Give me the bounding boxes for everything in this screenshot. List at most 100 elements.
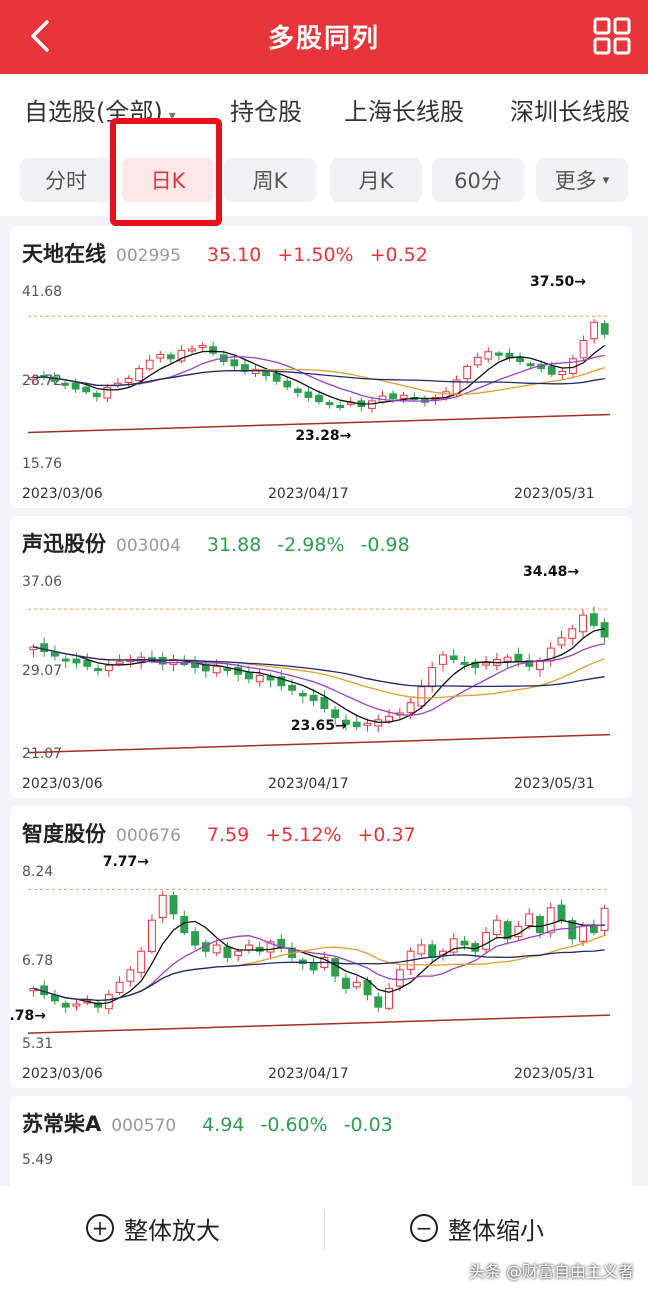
candle-body	[557, 904, 566, 921]
candle-body	[293, 388, 302, 393]
stock-change: -0.98	[360, 534, 410, 556]
stock-card[interactable]: 苏常柴A 000570 4.94 -0.60% -0.03 5.49	[10, 1096, 632, 1196]
candle-body	[568, 628, 577, 639]
candle-body	[223, 946, 232, 958]
y-tick-label: 37.06	[22, 574, 62, 590]
group-tab-holdings[interactable]: 持仓股	[230, 92, 302, 127]
stock-card[interactable]: 37.06 29.07 21.07 2023/03/06 2023/04/17 2023/…	[10, 516, 632, 798]
zoom-in-button[interactable]: + 整体放大	[86, 1208, 220, 1248]
candle-body	[209, 346, 218, 354]
candle-body	[115, 981, 124, 993]
stock-pct: -2.98%	[277, 534, 345, 556]
y-tick-label: 8.24	[22, 864, 53, 880]
candle-body	[244, 672, 253, 680]
stock-price: 31.88	[206, 534, 262, 556]
x-date-label: 2023/03/06	[22, 776, 103, 792]
x-date-label: 2023/03/06	[22, 486, 103, 502]
candle-body	[589, 613, 598, 626]
candlestick-chart: 8.24 6.78 5.31 2023/03/06 2023/04/17 2023/05/…	[10, 854, 611, 1082]
candle-body	[331, 958, 340, 977]
stock-header: 苏常柴A 000570 4.94 -0.60% -0.03	[22, 1108, 393, 1138]
candle-body	[135, 368, 143, 382]
group-tab-shanghai[interactable]: 上海长线股	[344, 92, 464, 127]
stock-name: 苏常柴A	[22, 1112, 102, 1136]
top-bar: 多股同列	[0, 0, 648, 74]
grid-icon[interactable]	[592, 16, 632, 56]
candle-body	[428, 666, 437, 688]
long-trend-line	[27, 1014, 611, 1034]
candle-body	[579, 925, 588, 942]
candle-body	[169, 895, 178, 915]
y-tick-label: 5.31	[22, 1036, 53, 1052]
candle-body	[320, 696, 329, 709]
candle-body	[438, 654, 447, 665]
candle-body	[166, 354, 175, 360]
stock-change: -0.03	[343, 1114, 393, 1136]
low-price-mark: 23.28→	[295, 428, 351, 444]
candle-body	[145, 359, 154, 370]
candle-body	[449, 655, 458, 660]
candle-body	[92, 392, 101, 398]
candle-body	[417, 686, 426, 707]
y-tick-label: 21.07	[22, 746, 62, 762]
candle-body	[156, 354, 165, 359]
candle-body	[460, 661, 469, 665]
candle-body	[230, 359, 239, 367]
y-tick-label: 41.68	[22, 284, 62, 300]
candle-body	[115, 661, 124, 665]
zoom-out-button[interactable]: − 整体缩小	[410, 1208, 544, 1248]
candle-body	[558, 370, 567, 376]
x-date-label: 2023/03/06	[22, 1066, 103, 1082]
candle-body	[72, 1003, 81, 1007]
stock-price: 7.59	[206, 824, 250, 846]
candle-body	[363, 722, 372, 726]
stock-code: 000570	[111, 1116, 177, 1136]
candle-body	[212, 665, 221, 674]
candle-body	[137, 950, 146, 973]
x-date-label: 2023/05/31	[514, 1066, 595, 1082]
zoom-out-icon: −	[410, 1214, 438, 1242]
candle-body	[223, 668, 232, 672]
low-price-mark: 5.78→	[10, 1008, 46, 1024]
period-more[interactable]: 更多 ▾	[536, 158, 628, 202]
candle-body	[126, 969, 135, 982]
candle-body	[600, 323, 609, 335]
stock-card[interactable]: 41.68 28.72 15.76 2023/03/06 2023/04/17 2023/…	[10, 226, 632, 508]
candle-body	[309, 694, 318, 701]
candle-body	[473, 356, 482, 366]
x-date-label: 2023/04/17	[268, 486, 349, 502]
group-tab-shenzhen[interactable]: 深圳长线股	[510, 92, 630, 127]
long-trend-line	[27, 733, 611, 754]
candle-body	[368, 400, 376, 409]
candle-body	[288, 685, 297, 691]
candle-body	[406, 702, 415, 713]
period-monthly-k[interactable]: 月K	[330, 158, 422, 202]
candle-body	[482, 662, 491, 666]
x-date-label: 2023/04/17	[268, 776, 349, 792]
candle-body	[495, 352, 503, 356]
x-date-label: 2023/05/31	[514, 776, 595, 792]
divider	[324, 1210, 325, 1250]
page-title: 多股同列	[267, 24, 380, 54]
candle-body	[124, 377, 133, 383]
y-tick-label: 15.76	[22, 456, 62, 472]
candle-body	[298, 692, 307, 697]
candle-body	[283, 380, 292, 388]
candle-body	[325, 402, 334, 406]
stock-card[interactable]: 8.24 6.78 5.31 2023/03/06 2023/04/17 2023/05/…	[10, 806, 632, 1088]
candle-body	[417, 944, 426, 955]
stock-change: +0.37	[357, 824, 416, 846]
moving-average-line	[33, 628, 605, 723]
candle-body	[516, 356, 524, 363]
highlight-annotation-box	[110, 118, 222, 226]
candle-body	[61, 658, 70, 662]
candlestick-chart: 41.6828.7215.762023/03/06 2023/04/17 2023/…	[22, 274, 611, 502]
high-price-mark: 34.48→	[523, 564, 579, 580]
stock-code: 002995	[116, 246, 181, 266]
candle-body	[503, 656, 512, 662]
period-60min[interactable]: 60分	[432, 158, 524, 202]
period-intraday[interactable]: 分时	[20, 158, 112, 202]
candle-body	[188, 348, 196, 352]
bottom-bar: + 整体放大 − 整体缩小 头条 @财富自由主义者	[0, 1186, 648, 1296]
period-weekly-k[interactable]: 周K	[224, 158, 316, 202]
